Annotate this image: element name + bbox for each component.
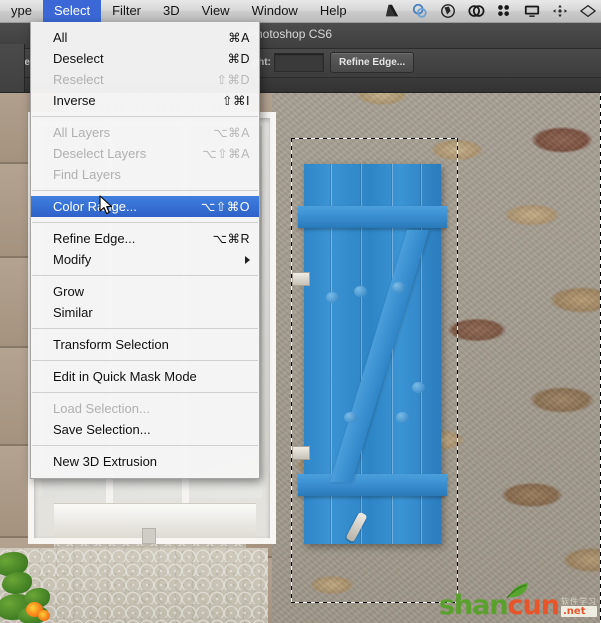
menu-item-label: Grow <box>53 284 84 299</box>
site-watermark: shancun 软件学习 .net <box>439 585 597 619</box>
shutter-knob <box>354 286 367 297</box>
menu-item-label: Edit in Quick Mask Mode <box>53 369 197 384</box>
menu-item-shortcut: ⌘A <box>228 30 250 45</box>
shutter-knob <box>392 282 405 293</box>
select-dropdown-menu[interactable]: All ⌘A Deselect ⌘D Reselect ⇧⌘D Inverse … <box>30 22 260 479</box>
menu-item-label: Refine Edge... <box>53 231 135 246</box>
menu-item-shortcut: ⌥⌘A <box>213 125 250 140</box>
submenu-arrow-icon <box>245 256 250 264</box>
dropbox-icon[interactable] <box>411 3 429 19</box>
watermark-sub: 软件学习 .net <box>561 597 597 619</box>
watermark-part1: shan <box>439 590 508 621</box>
menu-item-label: Transform Selection <box>53 337 169 352</box>
menu-separator <box>32 360 258 361</box>
menu-3d[interactable]: 3D <box>152 1 191 22</box>
menu-item-label: Deselect <box>53 51 104 66</box>
menu-separator <box>32 328 258 329</box>
shutter-diagonal-brace <box>330 230 429 482</box>
app-circle-icon[interactable] <box>439 3 457 19</box>
refine-edge-button[interactable]: Refine Edge... <box>330 52 414 73</box>
menu-item-transform-selection[interactable]: Transform Selection <box>31 334 259 355</box>
google-drive-icon[interactable] <box>383 3 401 19</box>
creative-cloud-icon[interactable] <box>467 3 485 19</box>
menu-item-reselect: Reselect ⇧⌘D <box>31 69 259 90</box>
flower <box>38 610 50 621</box>
menu-item-label: Similar <box>53 305 93 320</box>
window-latch <box>142 528 156 544</box>
menu-item-color-range[interactable]: Color Range... ⌥⇧⌘O <box>31 196 259 217</box>
menu-item-label: Reselect <box>53 72 104 87</box>
menu-item-label: Deselect Layers <box>53 146 146 161</box>
menu-type[interactable]: ype <box>0 1 43 22</box>
watermark-cn-text: 软件学习 <box>561 597 597 606</box>
shutter-hinge <box>292 272 310 286</box>
menu-item-shortcut: ⌘D <box>227 51 250 66</box>
shutter-latch <box>345 512 367 543</box>
menu-item-grow[interactable]: Grow <box>31 281 259 302</box>
diamond-icon[interactable] <box>579 3 597 19</box>
photoshop-screenshot: Photoshop CS6 Style: ght: Refine Edge...… <box>0 0 601 623</box>
menu-item-all[interactable]: All ⌘A <box>31 27 259 48</box>
menu-item-refine-edge[interactable]: Refine Edge... ⌥⌘R <box>31 228 259 249</box>
menu-item-similar[interactable]: Similar <box>31 302 259 323</box>
menubar-status-icons <box>383 3 601 19</box>
watermark-tld: .net <box>561 606 597 617</box>
menu-item-shortcut: ⌥⇧⌘A <box>202 146 250 161</box>
leaf-logo-icon <box>505 581 531 599</box>
menu-separator <box>32 116 258 117</box>
menu-separator <box>32 445 258 446</box>
menu-item-label: Modify <box>53 252 91 267</box>
shutter-knob <box>326 292 339 303</box>
menu-help[interactable]: Help <box>309 1 358 22</box>
menu-item-inverse[interactable]: Inverse ⇧⌘I <box>31 90 259 111</box>
menu-view[interactable]: View <box>191 1 241 22</box>
menu-item-label: Save Selection... <box>53 422 151 437</box>
menu-select[interactable]: Select <box>43 0 101 23</box>
watermark-brand: shancun <box>439 592 559 619</box>
menu-item-modify[interactable]: Modify <box>31 249 259 270</box>
menu-item-load-selection: Load Selection... <box>31 398 259 419</box>
move-arrows-icon[interactable] <box>551 3 569 19</box>
menu-item-shortcut: ⇧⌘I <box>222 93 250 108</box>
blue-shutter <box>304 164 441 544</box>
height-input[interactable] <box>274 53 324 72</box>
menu-item-all-layers: All Layers ⌥⌘A <box>31 122 259 143</box>
menu-separator <box>32 190 258 191</box>
menu-item-deselect-layers: Deselect Layers ⌥⇧⌘A <box>31 143 259 164</box>
shutter-knob <box>412 382 425 393</box>
menu-item-label: All <box>53 30 67 45</box>
menu-separator <box>32 392 258 393</box>
menu-item-deselect[interactable]: Deselect ⌘D <box>31 48 259 69</box>
menu-item-edit-in-quick-mask-mode[interactable]: Edit in Quick Mask Mode <box>31 366 259 387</box>
shutter-hinge <box>292 446 310 460</box>
menu-item-shortcut: ⇧⌘D <box>216 72 250 87</box>
menu-item-shortcut: ⌥⇧⌘O <box>201 199 250 214</box>
shutter-bottom-rail <box>298 474 447 496</box>
menu-separator <box>32 275 258 276</box>
menu-filter[interactable]: Filter <box>101 1 152 22</box>
shutter-knob <box>396 412 409 423</box>
menu-item-label: Inverse <box>53 93 96 108</box>
menu-item-new-3d-extrusion[interactable]: New 3D Extrusion <box>31 451 259 472</box>
menu-item-label: Find Layers <box>53 167 121 182</box>
dots-grid-icon[interactable] <box>495 3 513 19</box>
document-title: Photoshop CS6 <box>248 27 332 41</box>
menu-item-shortcut: ⌥⌘R <box>213 231 250 246</box>
menu-item-label: All Layers <box>53 125 110 140</box>
menu-separator <box>32 222 258 223</box>
menu-item-label: Load Selection... <box>53 401 150 416</box>
display-monitor-icon[interactable] <box>523 3 541 19</box>
menu-item-label: New 3D Extrusion <box>53 454 157 469</box>
menu-item-save-selection[interactable]: Save Selection... <box>31 419 259 440</box>
menu-window[interactable]: Window <box>241 1 309 22</box>
shutter-top-rail <box>298 206 447 228</box>
tools-panel-sliver[interactable] <box>0 44 25 93</box>
menu-item-find-layers: Find Layers <box>31 164 259 185</box>
menu-bar: ype Select Filter 3D View Window Help <box>0 0 601 23</box>
shutter-knob <box>344 412 357 423</box>
menu-item-label: Color Range... <box>53 199 137 214</box>
